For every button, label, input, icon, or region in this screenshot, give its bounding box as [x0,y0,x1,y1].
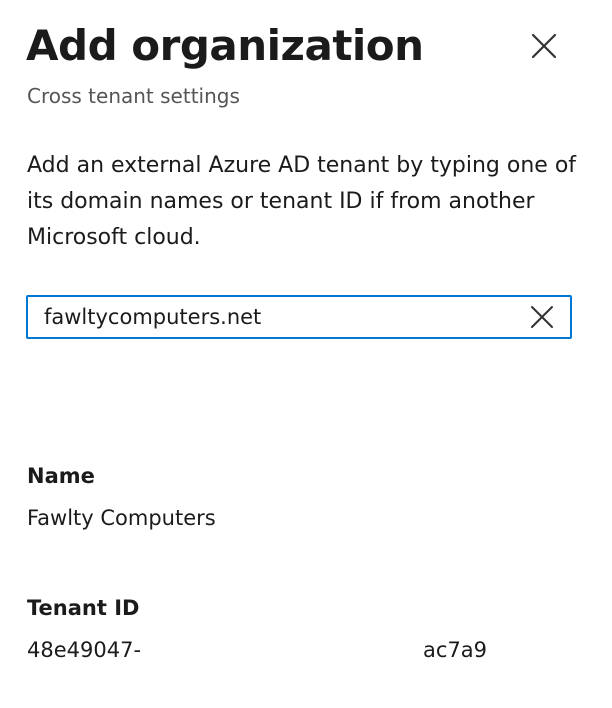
description-text: Add an external Azure AD tenant by typin… [27,153,577,250]
tenant-id-start: 48e49047- [27,638,142,662]
tenant-id-value: 48e49047- ac7a9 [27,638,487,662]
close-button[interactable] [526,28,562,64]
tenant-search-box[interactable] [26,295,572,339]
name-label: Name [27,464,95,488]
page-subtitle: Cross tenant settings [27,84,240,108]
close-icon [531,33,557,59]
name-value: Fawlty Computers [27,506,216,530]
clear-search-button[interactable] [528,303,556,331]
add-organization-panel: Add organization Cross tenant settings A… [0,0,612,708]
clear-icon [531,306,553,328]
page-title: Add organization [26,21,424,70]
tenant-id-end: ac7a9 [423,638,488,662]
tenant-search-input[interactable] [44,297,514,337]
tenant-id-label: Tenant ID [27,596,140,620]
